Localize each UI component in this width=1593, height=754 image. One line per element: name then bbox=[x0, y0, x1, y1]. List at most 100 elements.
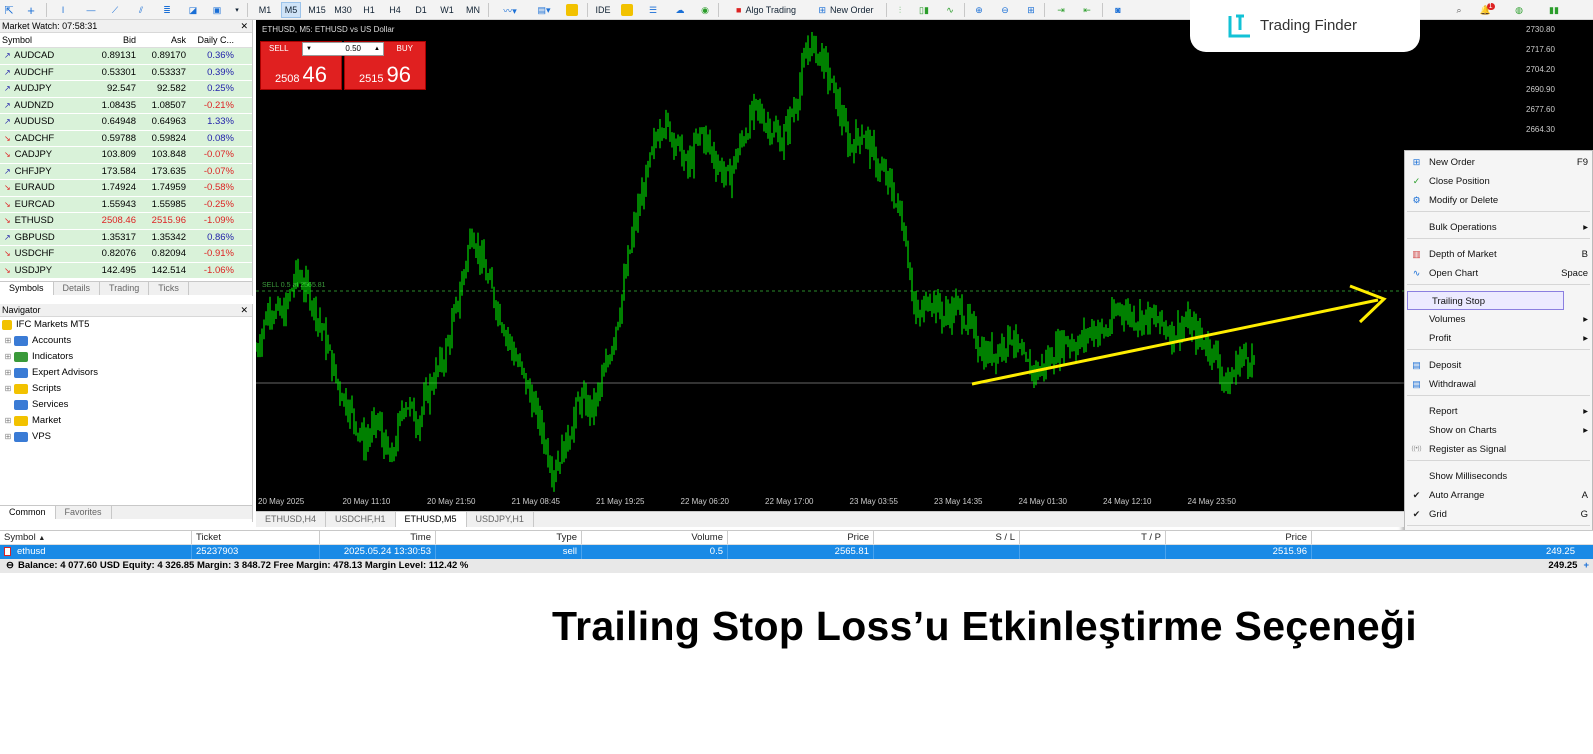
timeframe-d1-button[interactable]: D1 bbox=[411, 2, 431, 18]
navigator-item-indicators[interactable]: ⊞ Indicators bbox=[0, 349, 252, 365]
menu-item-modify-or-delete[interactable]: ⚙ Modify or Delete bbox=[1405, 191, 1593, 210]
fibonacci-icon[interactable]: ≣ bbox=[160, 2, 174, 18]
column-type[interactable]: Type bbox=[436, 531, 582, 544]
column-tp[interactable]: T / P bbox=[1020, 531, 1166, 544]
database-icon[interactable]: ☰ bbox=[646, 2, 660, 18]
column-volume[interactable]: Volume bbox=[582, 531, 728, 544]
menu-item-show-milliseconds[interactable]: Show Milliseconds bbox=[1405, 467, 1593, 486]
navigator-item-expert-advisors[interactable]: ⊞ Expert Advisors bbox=[0, 365, 252, 381]
expand-icon[interactable]: ⊞ bbox=[2, 333, 14, 349]
expand-icon[interactable]: ⊞ bbox=[2, 413, 14, 429]
expand-icon[interactable]: ⊞ bbox=[2, 429, 14, 445]
column-time[interactable]: Time bbox=[320, 531, 436, 544]
menu-item-open-chart[interactable]: ∿ Open Chart Space bbox=[1405, 264, 1593, 283]
toolbar-dropdown-icon[interactable]: ▾ bbox=[232, 2, 242, 18]
trendline-icon[interactable]: ⟋ bbox=[108, 2, 122, 18]
screenshot-icon[interactable]: ◙ bbox=[1110, 2, 1126, 18]
column-symbol[interactable]: Symbol ▲ bbox=[0, 531, 192, 544]
chart-tab-usdchf-h1[interactable]: USDCHF,H1 bbox=[326, 512, 396, 527]
menu-item-auto-arrange[interactable]: ✔ Auto Arrange A bbox=[1405, 486, 1593, 505]
navigator-item-vps[interactable]: ⊞ VPS bbox=[0, 429, 252, 445]
market-watch-row[interactable]: ↘ ETHUSD 2508.46 2515.96 -1.09% bbox=[0, 213, 252, 230]
market-watch-row[interactable]: ↘ USDJPY 142.495 142.514 -1.06% bbox=[0, 262, 252, 279]
navigator-item-market[interactable]: ⊞ Market bbox=[0, 413, 252, 429]
menu-item-show-on-charts[interactable]: Show on Charts ▸ bbox=[1405, 421, 1593, 440]
chart-tab-ethusd-h4[interactable]: ETHUSD,H4 bbox=[256, 512, 327, 527]
tab-ticks[interactable]: Ticks bbox=[149, 282, 189, 295]
close-icon[interactable]: ✕ bbox=[240, 20, 248, 33]
vertical-line-icon[interactable]: ǀ bbox=[56, 2, 70, 18]
ide-button[interactable]: IDE bbox=[592, 2, 614, 18]
column-price[interactable]: Price bbox=[728, 531, 874, 544]
column-ask[interactable]: Ask bbox=[138, 33, 188, 47]
add-icon[interactable]: + bbox=[1583, 559, 1589, 573]
column-sl[interactable]: S / L bbox=[874, 531, 1020, 544]
algo-trading-button[interactable]: ■ Algo Trading bbox=[728, 2, 804, 18]
market-watch-row[interactable]: ↘ CADJPY 103.809 103.848 -0.07% bbox=[0, 147, 252, 164]
zoom-in-icon[interactable]: ⊕ bbox=[972, 2, 986, 18]
horizontal-line-icon[interactable]: — bbox=[84, 2, 98, 18]
tab-details[interactable]: Details bbox=[54, 282, 101, 295]
expand-icon[interactable]: ⊞ bbox=[2, 381, 14, 397]
candlestick-icon[interactable]: ▯▮ bbox=[916, 2, 932, 18]
menu-item-register-as-signal[interactable]: ((•)) Register as Signal bbox=[1405, 440, 1593, 459]
market-watch-row[interactable]: ↘ CADCHF 0.59788 0.59824 0.08% bbox=[0, 130, 252, 147]
market-watch-row[interactable]: ↘ EURCAD 1.55943 1.55985 -0.25% bbox=[0, 196, 252, 213]
market-watch-row[interactable]: ↗ AUDUSD 0.64948 0.64963 1.33% bbox=[0, 114, 252, 131]
column-ticket[interactable]: Ticket bbox=[192, 531, 320, 544]
menu-item-profit[interactable]: Profit ▸ bbox=[1405, 329, 1593, 348]
menu-item-trailing-stop[interactable]: Trailing Stop bbox=[1407, 291, 1564, 310]
market-watch-row[interactable]: ↗ AUDJPY 92.547 92.582 0.25% bbox=[0, 81, 252, 98]
position-row[interactable]: ethusd 25237903 2025.05.24 13:30:53 sell… bbox=[0, 545, 1593, 559]
timeframe-h4-button[interactable]: H4 bbox=[385, 2, 405, 18]
chart-tab-ethusd-m5[interactable]: ETHUSD,M5 bbox=[395, 512, 467, 527]
column-current-price[interactable]: Price bbox=[1166, 531, 1312, 544]
bar-chart-icon[interactable]: ⫶ bbox=[892, 2, 908, 18]
chart-tab-usdjpy-h1[interactable]: USDJPY,H1 bbox=[467, 512, 534, 527]
menu-item-deposit[interactable]: ▤ Deposit bbox=[1405, 356, 1593, 375]
market-watch-row[interactable]: ↗ AUDCHF 0.53301 0.53337 0.39% bbox=[0, 64, 252, 81]
menu-item-new-order[interactable]: ⊞ New Order F9 bbox=[1405, 153, 1593, 172]
timeframe-m15-button[interactable]: M15 bbox=[307, 2, 327, 18]
menu-item-grid[interactable]: ✔ Grid G bbox=[1405, 505, 1593, 524]
menu-item-close-position[interactable]: ✓ Close Position bbox=[1405, 172, 1593, 191]
menu-item-depth-of-market[interactable]: ▥ Depth of Market B bbox=[1405, 245, 1593, 264]
navigator-root[interactable]: IFC Markets MT5 bbox=[0, 317, 252, 333]
market-watch-row[interactable]: ↗ GBPUSD 1.35317 1.35342 0.86% bbox=[0, 229, 252, 246]
market-watch-row[interactable]: ↘ EURAUD 1.74924 1.74959 -0.58% bbox=[0, 180, 252, 197]
menu-item-volumes[interactable]: Volumes ▸ bbox=[1405, 310, 1593, 329]
price-chart[interactable]: 20 May 2025 20 May 11:10 20 May 21:50 21 Ma… bbox=[256, 20, 1404, 511]
tab-trading[interactable]: Trading bbox=[100, 282, 150, 295]
column-daily-change[interactable]: Daily C... bbox=[188, 33, 238, 47]
text-icon[interactable]: ▣ bbox=[210, 2, 224, 18]
tab-symbols[interactable]: Symbols bbox=[0, 282, 54, 295]
navigator-item-scripts[interactable]: ⊞ Scripts bbox=[0, 381, 252, 397]
navigator-item-services[interactable]: Services bbox=[0, 397, 252, 413]
lot-value[interactable]: 0.50 bbox=[345, 43, 361, 55]
expand-icon[interactable]: ⊞ bbox=[2, 349, 14, 365]
channel-icon[interactable]: ⫽ bbox=[134, 2, 148, 18]
notifications-icon[interactable]: 🔔 1 bbox=[1478, 2, 1496, 18]
new-order-button[interactable]: ⊞ New Order bbox=[812, 2, 880, 18]
signals-icon[interactable]: ▮▮ bbox=[1544, 2, 1564, 18]
column-bid[interactable]: Bid bbox=[92, 33, 138, 47]
timeframe-w1-button[interactable]: W1 bbox=[437, 2, 457, 18]
timeframe-mn-button[interactable]: MN bbox=[463, 2, 483, 18]
column-symbol[interactable]: Symbol bbox=[0, 33, 92, 47]
templates-icon[interactable] bbox=[564, 2, 580, 18]
market-watch-row[interactable]: ↘ USDCHF 0.82076 0.82094 -0.91% bbox=[0, 246, 252, 263]
zoom-out-icon[interactable]: ⊖ bbox=[998, 2, 1012, 18]
lot-decrease-icon[interactable]: ▼ bbox=[306, 43, 312, 55]
indicators-list-icon[interactable]: ▤▾ bbox=[530, 2, 558, 18]
lock-icon[interactable] bbox=[620, 2, 634, 18]
market-watch-row[interactable]: ↗ AUDNZD 1.08435 1.08507 -0.21% bbox=[0, 97, 252, 114]
cursor-icon[interactable]: ⇱ bbox=[2, 2, 16, 18]
expand-icon[interactable]: ⊞ bbox=[2, 365, 14, 381]
chat-icon[interactable]: ◍ bbox=[1512, 2, 1526, 18]
timeframe-m1-button[interactable]: M1 bbox=[255, 2, 275, 18]
timeframe-h1-button[interactable]: H1 bbox=[359, 2, 379, 18]
market-watch-row[interactable]: ↗ AUDCAD 0.89131 0.89170 0.36% bbox=[0, 48, 252, 65]
cloud-icon[interactable]: ☁ bbox=[672, 2, 688, 18]
close-icon[interactable]: ✕ bbox=[240, 304, 248, 317]
timeframe-m5-button[interactable]: M5 bbox=[281, 2, 301, 18]
